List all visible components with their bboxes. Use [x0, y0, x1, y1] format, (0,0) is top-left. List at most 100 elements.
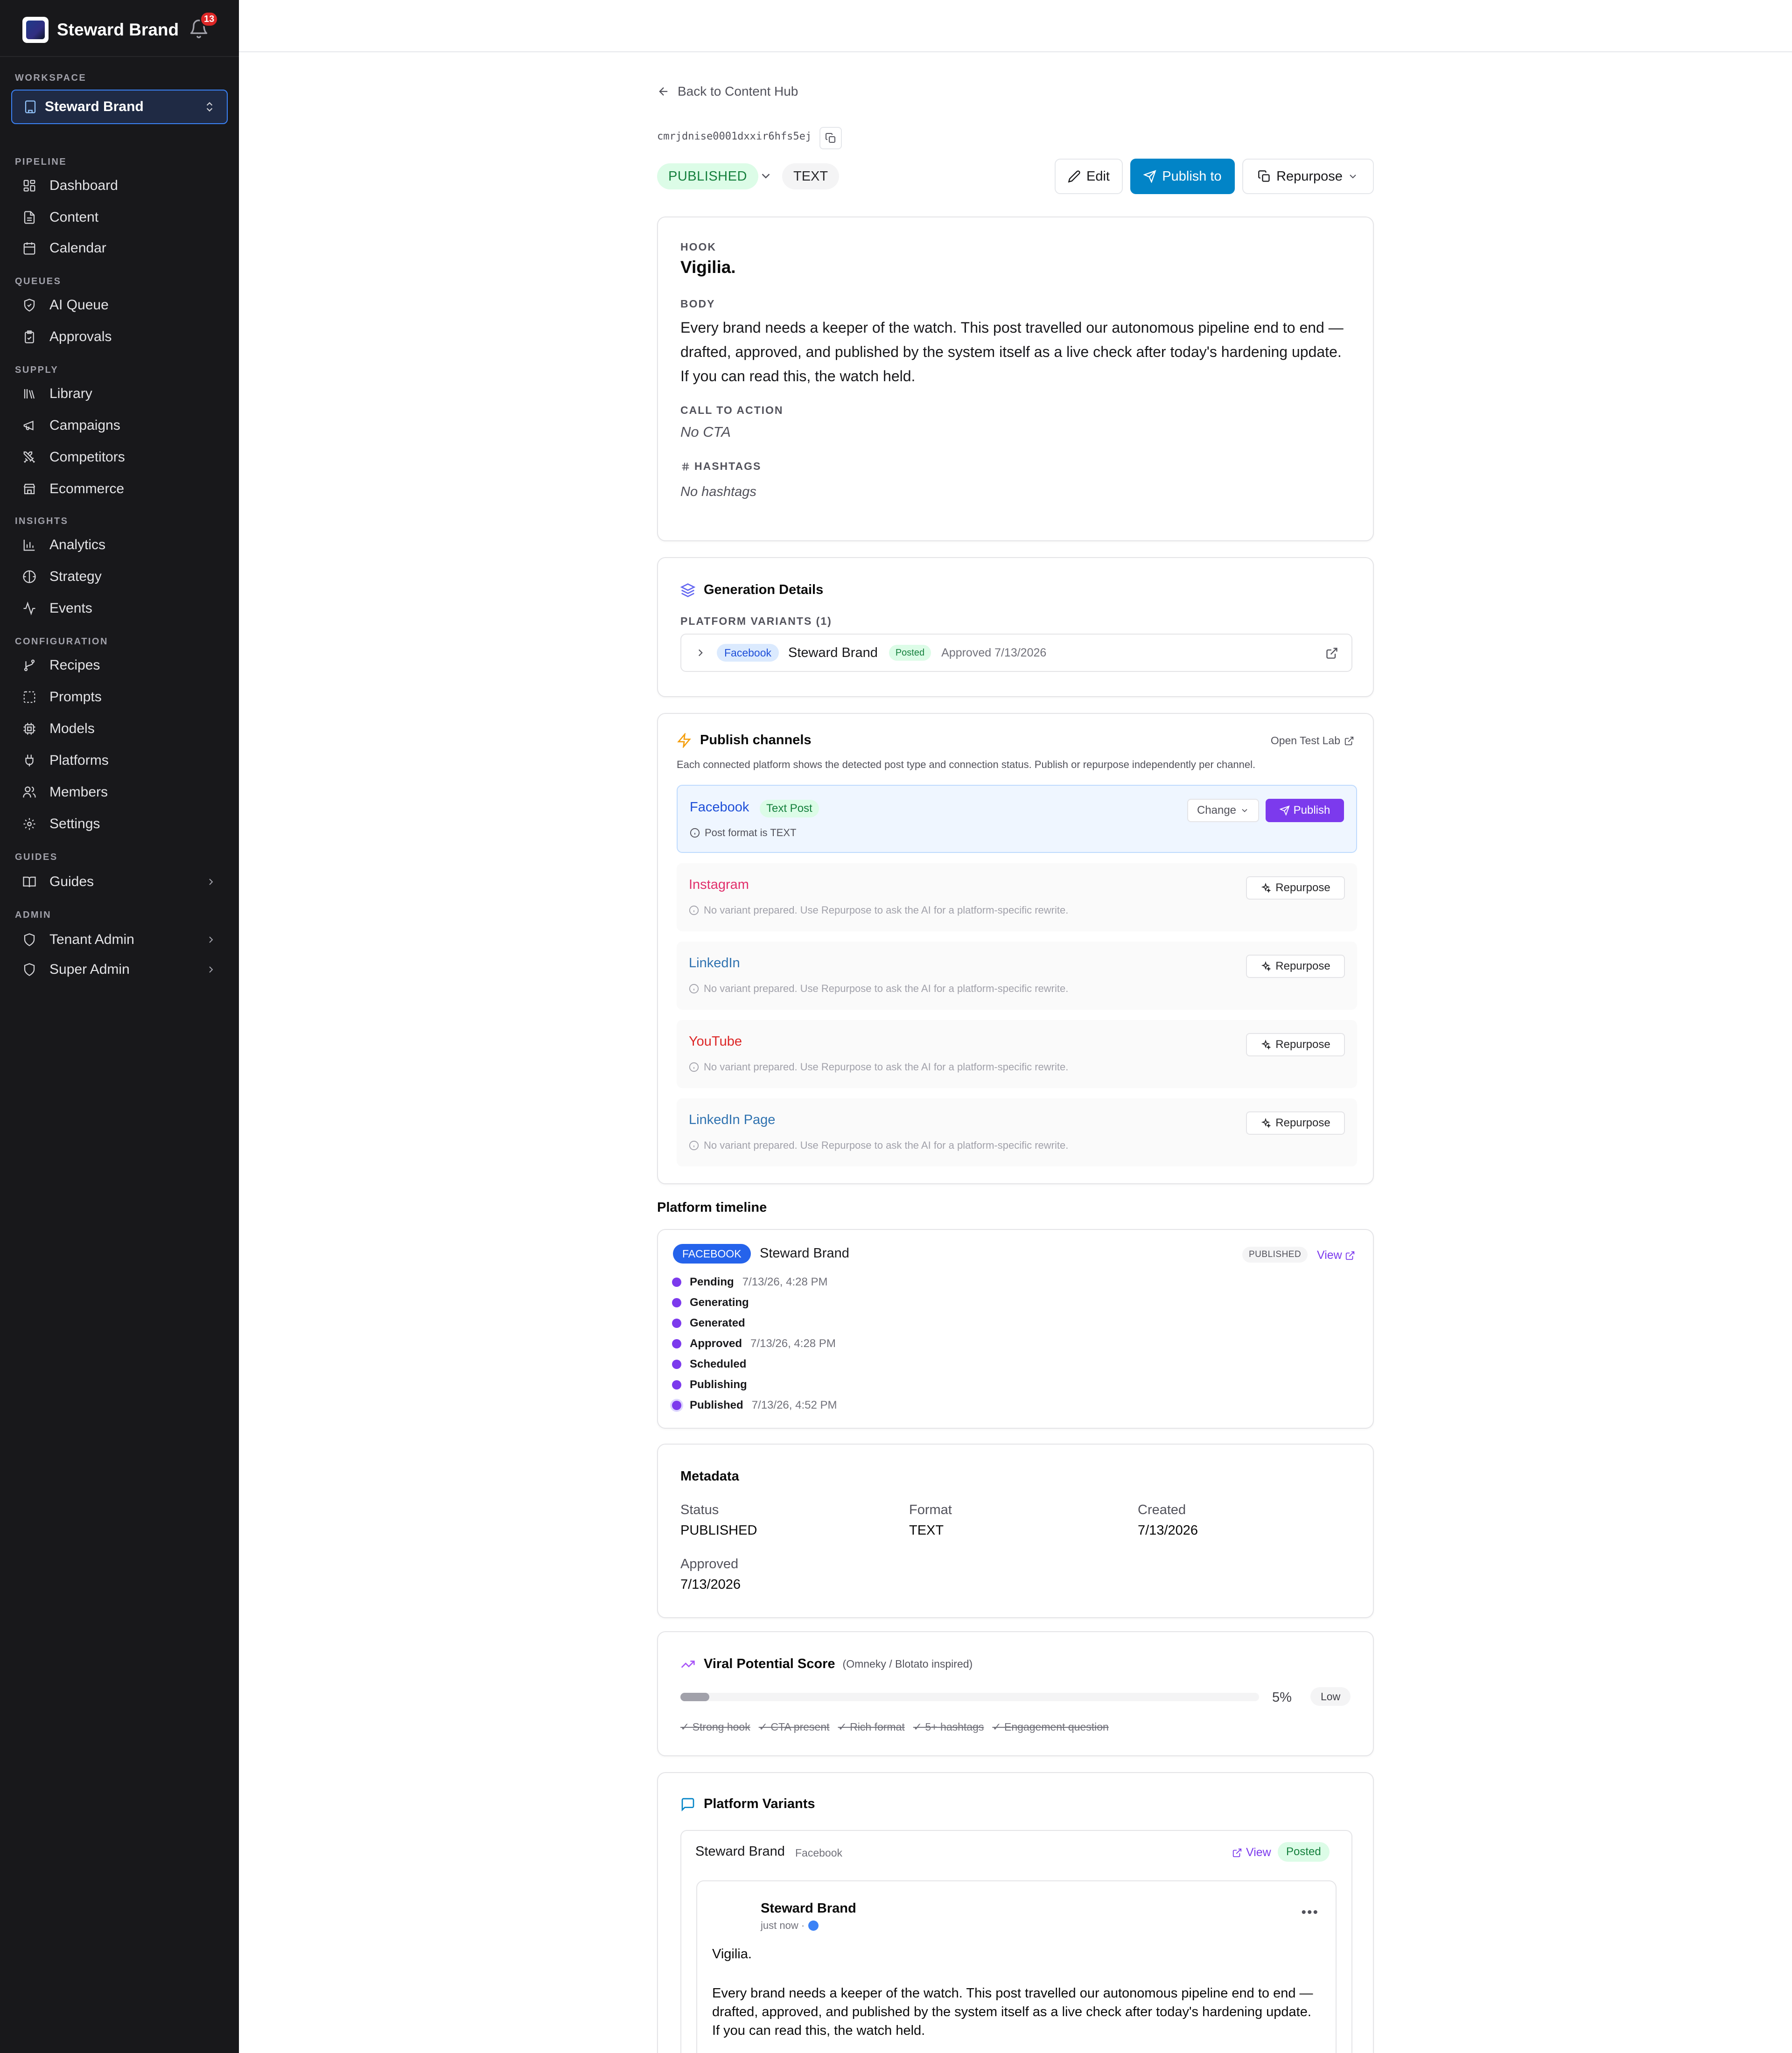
layers-icon	[680, 583, 695, 597]
more-options-icon[interactable]: •••	[1301, 1905, 1319, 1920]
posted-badge: Posted	[889, 645, 931, 661]
sidebar-item-competitors[interactable]: Competitors	[11, 443, 228, 471]
step-time: 7/13/26, 4:28 PM	[750, 1337, 836, 1350]
change-label: Change	[1197, 804, 1237, 817]
sidebar-item-recipes[interactable]: Recipes	[11, 651, 228, 679]
criterion: ✓ Rich format	[838, 1721, 905, 1733]
open-test-lab-link[interactable]: Open Test Lab	[1271, 734, 1354, 747]
chevron-down-icon	[1242, 809, 1247, 812]
channel-name: Instagram	[689, 877, 749, 892]
edit-button[interactable]: Edit	[1055, 159, 1123, 194]
channel-name: LinkedIn	[689, 956, 740, 971]
message-square-icon	[681, 1798, 694, 1811]
sidebar-item-campaigns[interactable]: Campaigns	[11, 412, 228, 440]
generation-title-text: Generation Details	[704, 582, 824, 597]
variant-account: Steward Brand	[788, 645, 878, 660]
variant-platform: Facebook	[795, 1847, 843, 1859]
variant-view-link[interactable]: View	[1232, 1846, 1271, 1859]
meta-status-label: Status	[680, 1502, 719, 1517]
workspace-select[interactable]: Steward Brand	[11, 90, 228, 124]
sparkles-icon	[1261, 1118, 1271, 1128]
building-icon	[25, 100, 36, 113]
copy-id-button[interactable]	[819, 127, 842, 149]
post-type-badge: Text Post	[760, 800, 819, 817]
repurpose-button[interactable]: Repurpose	[1242, 159, 1374, 194]
channel-name: Facebook	[690, 800, 749, 815]
channel-publish-button[interactable]: Publish	[1266, 799, 1344, 822]
meta-created-label: Created	[1138, 1502, 1186, 1517]
sidebar-item-ecommerce[interactable]: Ecommerce	[11, 475, 228, 503]
sidebar-item-content[interactable]: Content	[11, 203, 228, 231]
external-link-icon[interactable]	[1325, 647, 1338, 660]
repurpose-label: Repurpose	[1275, 881, 1330, 894]
back-link[interactable]: Back to Content Hub	[657, 82, 798, 101]
sidebar-item-models[interactable]: Models	[11, 715, 228, 743]
channel-note: No variant prepared. Use Repurpose to as…	[689, 1061, 1068, 1073]
sidebar-item-label: Guides	[49, 874, 94, 889]
step-time: 7/13/26, 4:52 PM	[751, 1399, 837, 1411]
sidebar-item-tenant-admin[interactable]: Tenant Admin	[11, 926, 228, 954]
sidebar-item-approvals[interactable]: Approvals	[11, 323, 228, 351]
channel-youtube: YouTube No variant prepared. Use Repurpo…	[677, 1020, 1357, 1088]
timeline-account: Steward Brand	[760, 1246, 849, 1261]
megaphone-icon	[23, 420, 34, 431]
variant-posted-badge: Posted	[1278, 1842, 1330, 1862]
timeline-view-link[interactable]: View	[1317, 1249, 1355, 1262]
step-label: Scheduled	[690, 1358, 747, 1370]
dashed-square-icon	[23, 691, 35, 703]
sidebar-item-members[interactable]: Members	[11, 778, 228, 806]
platform-variants-title-text: Platform Variants	[704, 1796, 815, 1811]
criterion: ✓ Strong hook	[680, 1721, 750, 1733]
sidebar-item-analytics[interactable]: Analytics	[11, 531, 228, 559]
sidebar-item-platforms[interactable]: Platforms	[11, 747, 228, 775]
plug-icon	[25, 754, 34, 767]
platform-variant-row[interactable]: Facebook Steward Brand Posted Approved 7…	[680, 634, 1352, 672]
sidebar-item-label: Ecommerce	[49, 481, 125, 496]
meta-approved-value: 7/13/2026	[680, 1577, 741, 1592]
facebook-post-preview: Steward Brand just now · ••• Vigilia. Ev…	[696, 1880, 1337, 2053]
sidebar-item-guides[interactable]: Guides	[11, 868, 228, 896]
sidebar-item-calendar[interactable]: Calendar	[11, 234, 228, 262]
post-author: Steward Brand	[761, 1901, 856, 1916]
sidebar-item-label: Tenant Admin	[49, 932, 134, 947]
step-dot	[672, 1380, 681, 1390]
sidebar-item-ai-queue[interactable]: AI Queue	[11, 291, 228, 319]
change-type-button[interactable]: Change	[1187, 799, 1259, 822]
variant-account: Steward Brand	[695, 1844, 785, 1859]
copy-icon	[1258, 170, 1270, 182]
channel-repurpose-button[interactable]: Repurpose	[1246, 1111, 1345, 1135]
copy-icon	[826, 133, 835, 143]
channel-linkedin: LinkedIn No variant prepared. Use Repurp…	[677, 942, 1357, 1010]
layout-grid-icon	[23, 180, 35, 192]
channel-repurpose-button[interactable]: Repurpose	[1246, 876, 1345, 900]
sidebar-item-prompts[interactable]: Prompts	[11, 683, 228, 711]
section-configuration: CONFIGURATION	[15, 636, 108, 647]
sidebar-item-strategy[interactable]: Strategy	[11, 563, 228, 591]
info-icon	[689, 984, 699, 994]
meta-approved-label: Approved	[680, 1557, 739, 1571]
status-badge[interactable]: PUBLISHED	[657, 163, 758, 189]
chevron-right-icon[interactable]	[694, 647, 707, 659]
chevron-down-icon[interactable]	[759, 169, 773, 183]
edit-button-label: Edit	[1086, 168, 1110, 184]
score-level-badge: Low	[1310, 1687, 1351, 1706]
body-text: Every brand needs a keeper of the watch.…	[680, 319, 1344, 384]
library-icon	[24, 389, 35, 399]
calendar-icon	[23, 242, 35, 255]
swords-icon	[23, 451, 35, 463]
sidebar-item-dashboard[interactable]: Dashboard	[11, 172, 228, 200]
git-branch-icon	[24, 659, 35, 671]
channel-repurpose-button[interactable]: Repurpose	[1246, 955, 1345, 978]
channel-repurpose-button[interactable]: Repurpose	[1246, 1033, 1345, 1056]
sidebar-item-events[interactable]: Events	[11, 594, 228, 622]
sidebar-item-library[interactable]: Library	[11, 380, 228, 408]
users-icon	[23, 786, 36, 798]
publish-to-button[interactable]: Publish to	[1130, 159, 1235, 194]
cta-label: CALL TO ACTION	[680, 404, 784, 416]
workspace-label: WORKSPACE	[15, 73, 87, 83]
channel-name: YouTube	[689, 1034, 742, 1049]
sidebar-item-super-admin[interactable]: Super Admin	[11, 956, 228, 984]
sidebar-item-settings[interactable]: Settings	[11, 810, 228, 838]
viral-note: (Omneky / Blotato inspired)	[842, 1658, 973, 1670]
workspace-name: Steward Brand	[45, 99, 144, 114]
